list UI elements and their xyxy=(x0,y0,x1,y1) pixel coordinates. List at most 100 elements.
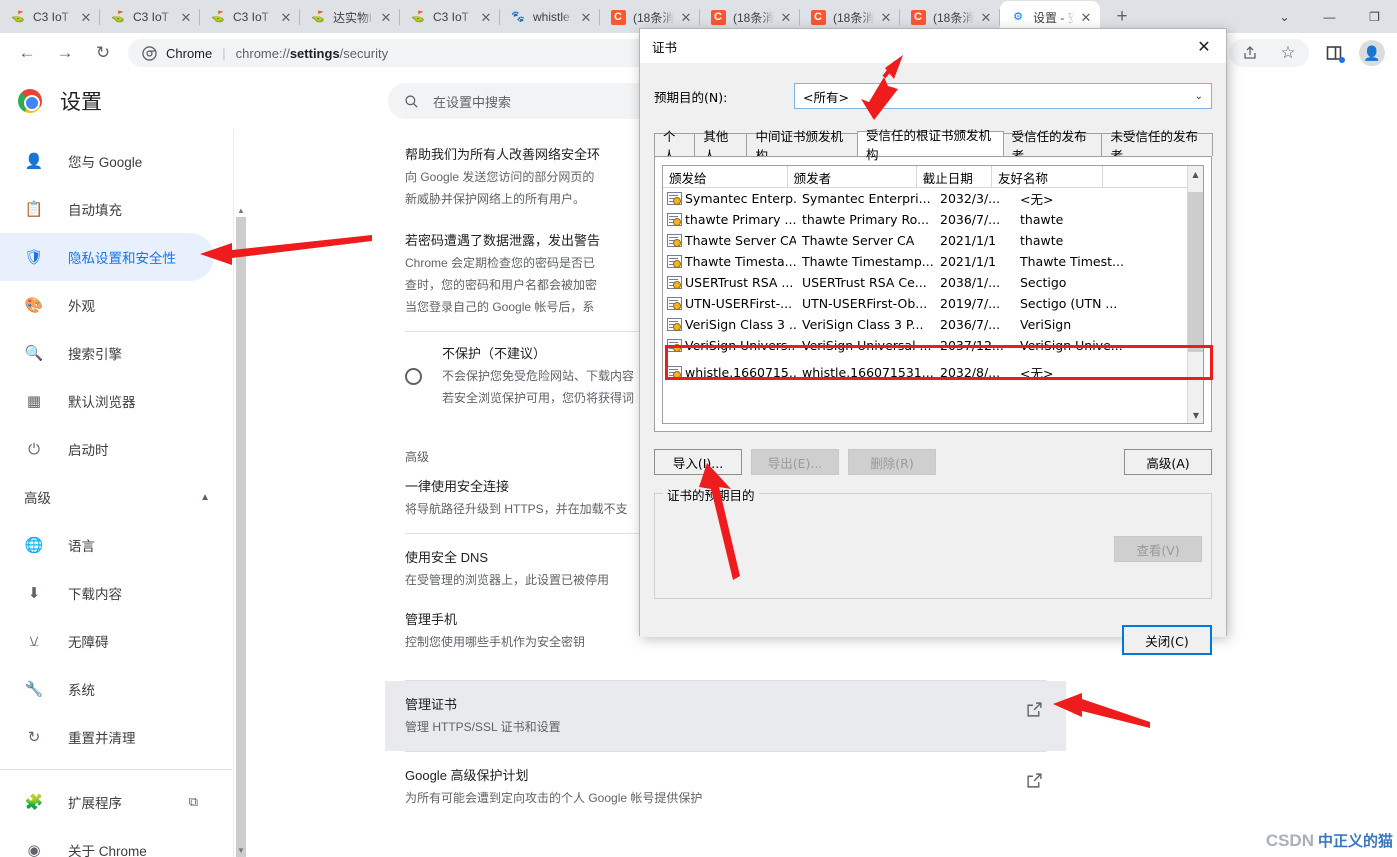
table-row[interactable]: Thawte Timesta... Thawte Timestamp... 20… xyxy=(663,251,1203,272)
tab-3[interactable]: ⛳ 达实物l ✕ xyxy=(300,1,400,33)
tab-trusted-publishers[interactable]: 受信任的发布者 xyxy=(1002,129,1103,163)
scroll-up-arrow-icon[interactable]: ▲ xyxy=(234,203,248,217)
tab-close-icon[interactable]: ✕ xyxy=(878,9,894,25)
sidebar-section-advanced[interactable]: 高级 ▲ xyxy=(0,473,232,521)
csdn-icon: C xyxy=(710,9,726,25)
side-panel-icon[interactable] xyxy=(1320,39,1348,67)
sidebar-item-search-engine[interactable]: 🔍 搜索引擎 xyxy=(0,329,214,377)
tab-personal[interactable]: 个人 xyxy=(654,129,696,163)
import-button[interactable]: 导入(I)... xyxy=(654,449,742,475)
table-row[interactable]: Symantec Enterp... Symantec Enterpri... … xyxy=(663,188,1203,209)
external-link-icon[interactable] xyxy=(1026,701,1046,722)
tab-intermediate-ca[interactable]: 中间证书颁发机构 xyxy=(746,129,858,163)
tab-close-icon[interactable]: ✕ xyxy=(478,9,494,25)
tab-close-icon[interactable]: ✕ xyxy=(178,9,194,25)
sidebar-item-on-startup[interactable]: ⏻ 启动时 xyxy=(0,425,214,473)
tab-close-icon[interactable]: ✕ xyxy=(678,9,694,25)
sidebar-scrollbar[interactable]: ▲ ▼ xyxy=(233,129,247,857)
minimize-icon[interactable]: — xyxy=(1307,0,1352,33)
table-row[interactable]: thawte Primary ... thawte Primary Ro... … xyxy=(663,209,1203,230)
tab-2[interactable]: ⛳ C3 IoT ✕ xyxy=(200,1,300,33)
tab-other-people[interactable]: 其他人 xyxy=(694,129,748,163)
sidebar-item-system[interactable]: 🔧 系统 xyxy=(0,665,214,713)
external-link-icon[interactable]: ⧉ xyxy=(189,794,198,810)
forward-button[interactable]: → xyxy=(51,39,79,67)
table-row[interactable]: VeriSign Class 3 ... VeriSign Class 3 P.… xyxy=(663,314,1203,335)
tab-5[interactable]: 🐾 whistle ✕ xyxy=(500,1,600,33)
sidebar-item-extensions[interactable]: 🧩 扩展程序 ⧉ xyxy=(0,778,214,826)
scroll-up-arrow-icon[interactable]: ▲ xyxy=(1188,166,1203,182)
column-header-friendly-name[interactable]: 友好名称 xyxy=(992,166,1103,187)
close-icon[interactable]: ✕ xyxy=(1182,29,1226,63)
sidebar-item-languages[interactable]: 🌐 语言 xyxy=(0,521,214,569)
column-header-expiration[interactable]: 截止日期 xyxy=(917,166,993,187)
maximize-icon[interactable]: ❐ xyxy=(1352,0,1397,33)
certificate-icon xyxy=(667,234,682,247)
reload-button[interactable]: ↻ xyxy=(89,39,117,67)
sidebar-item-reset-cleanup[interactable]: ↻ 重置并清理 xyxy=(0,713,214,761)
cell-expiration: 2036/7/... xyxy=(940,212,1001,227)
sidebar-item-label: 重置并清理 xyxy=(68,731,136,746)
manage-certificates-row[interactable]: 管理证书 管理 HTTPS/SSL 证书和设置 xyxy=(385,681,1066,751)
certificate-list[interactable]: 颁发给 颁发者 截止日期 友好名称 Symantec Enterp... Sym… xyxy=(662,165,1204,424)
close-button[interactable]: 关闭(C) xyxy=(1122,625,1212,655)
share-icon[interactable] xyxy=(1236,39,1264,67)
sidebar-item-about-chrome[interactable]: ◉ 关于 Chrome xyxy=(0,826,214,857)
list-scrollbar[interactable]: ▲ ▼ xyxy=(1187,166,1203,423)
tab-4[interactable]: ⛳ C3 IoT ✕ xyxy=(400,1,500,33)
scrollbar-thumb[interactable] xyxy=(236,217,246,857)
column-header-issued-by[interactable]: 颁发者 xyxy=(788,166,917,187)
tab-0[interactable]: ⛳ C3 IoT ✕ xyxy=(0,1,100,33)
scrollbar-thumb[interactable] xyxy=(1188,192,1203,352)
tab-close-icon[interactable]: ✕ xyxy=(1078,9,1094,25)
tab-close-icon[interactable]: ✕ xyxy=(378,9,394,25)
tab-close-icon[interactable]: ✕ xyxy=(778,9,794,25)
advanced-button[interactable]: 高级(A) xyxy=(1124,449,1212,475)
sidebar-item-label: 启动时 xyxy=(68,443,109,458)
sidebar-item-label: 下载内容 xyxy=(68,587,122,602)
tab-close-icon[interactable]: ✕ xyxy=(578,9,594,25)
new-tab-button[interactable]: + xyxy=(1106,3,1138,31)
sidebar-item-you-and-google[interactable]: 👤 您与 Google xyxy=(0,137,214,185)
sidebar-item-autofill[interactable]: 📋 自动填充 xyxy=(0,185,214,233)
scroll-down-arrow-icon[interactable]: ▼ xyxy=(234,843,248,857)
tab-close-icon[interactable]: ✕ xyxy=(278,9,294,25)
tab-close-icon[interactable]: ✕ xyxy=(78,9,94,25)
cell-friendly-name: VeriSign xyxy=(1020,317,1072,332)
table-row[interactable]: USERTrust RSA ... USERTrust RSA Ce... 20… xyxy=(663,272,1203,293)
tab-untrusted-publishers[interactable]: 未受信任的发布者 xyxy=(1101,129,1213,163)
cell-expiration: 2032/3/... xyxy=(940,191,1001,206)
radio-button[interactable] xyxy=(405,367,422,385)
tab-1[interactable]: ⛳ C3 IoT ✕ xyxy=(100,1,200,33)
back-button[interactable]: ← xyxy=(13,39,41,67)
scroll-down-arrow-icon[interactable]: ▼ xyxy=(1188,407,1203,423)
avatar[interactable]: 👤 xyxy=(1359,40,1385,66)
sidebar-item-downloads[interactable]: ⬇ 下载内容 xyxy=(0,569,214,617)
advanced-protection-row[interactable]: Google 高级保护计划 为所有可能会遭到定向攻击的个人 Google 帐号提… xyxy=(385,752,1066,822)
cell-expiration: 2021/1/1 xyxy=(940,254,997,269)
omnibox-url: chrome://settings/security xyxy=(236,46,388,61)
sidebar-item-default-browser[interactable]: ▦ 默认浏览器 xyxy=(0,377,214,425)
sidebar-item-appearance[interactable]: 🎨 外观 xyxy=(0,281,214,329)
tab-trusted-root-ca[interactable]: 受信任的根证书颁发机构 xyxy=(857,128,1004,162)
intended-purpose-select[interactable]: <所有> ⌄ xyxy=(794,83,1212,109)
tab-close-icon[interactable]: ✕ xyxy=(978,9,994,25)
csdn-icon: C xyxy=(610,9,626,25)
certificate-action-buttons: 导入(I)... 导出(E)... 删除(R) 高级(A) xyxy=(654,449,1212,475)
cell-expiration: 2021/1/1 xyxy=(940,233,997,248)
sidebar-item-accessibility[interactable]: ⚺ 无障碍 xyxy=(0,617,214,665)
table-row[interactable]: Thawte Server CA Thawte Server CA 2021/1… xyxy=(663,230,1203,251)
sidebar-item-label: 扩展程序 xyxy=(68,796,122,811)
external-link-icon[interactable] xyxy=(1026,772,1046,793)
star-icon[interactable]: ☆ xyxy=(1274,39,1302,67)
restore-down-icon[interactable]: ⌄ xyxy=(1262,0,1307,33)
dialog-title: 证书 xyxy=(652,39,678,55)
puzzle-icon: 🧩 xyxy=(24,794,44,811)
sidebar-item-privacy-security[interactable]: 🛡 隐私设置和安全性 xyxy=(0,233,214,281)
table-row[interactable]: UTN-USERFirst-... UTN-USERFirst-Ob... 20… xyxy=(663,293,1203,314)
tab-label: (18条消 xyxy=(733,10,774,25)
row-sub: 管理 HTTPS/SSL 证书和设置 xyxy=(405,720,561,734)
column-header-issued-to[interactable]: 颁发给 xyxy=(663,166,788,187)
search-icon: 🔍 xyxy=(24,345,44,362)
chevron-down-icon[interactable]: ⌄ xyxy=(1195,91,1203,102)
